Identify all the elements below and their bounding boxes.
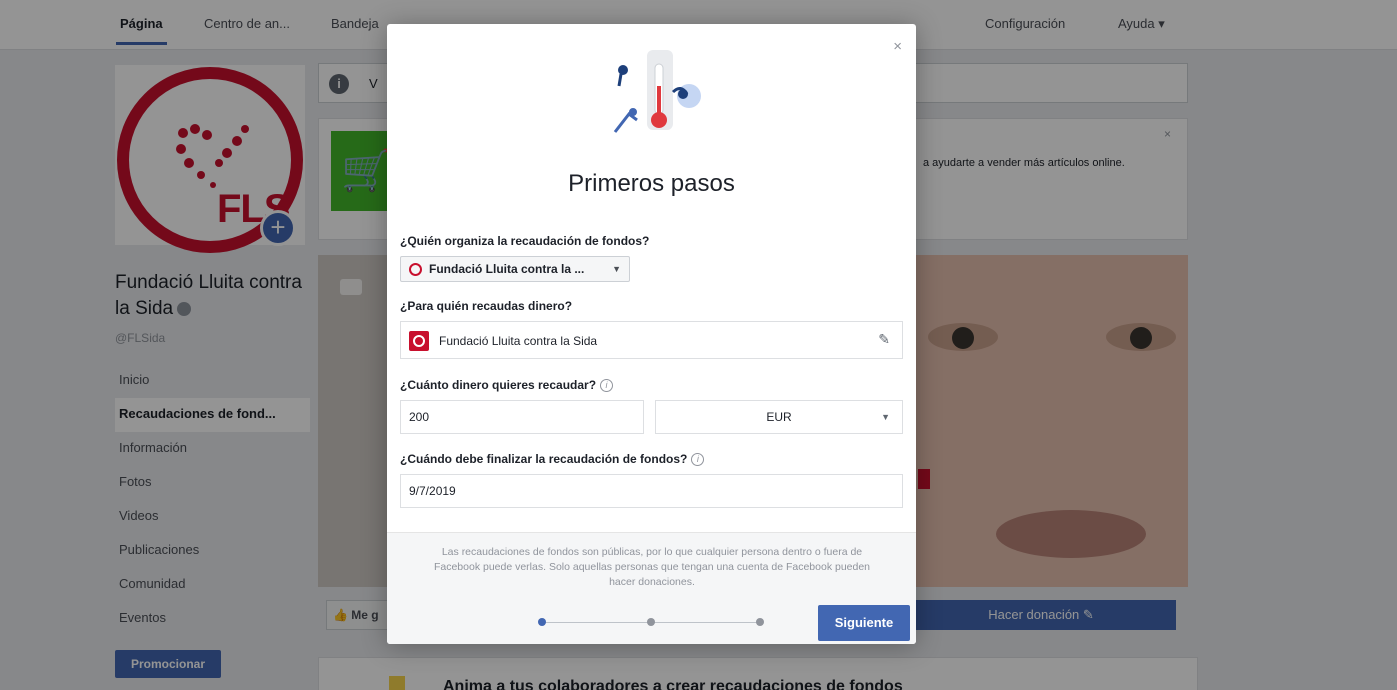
amount-label: ¿Cuánto dinero quieres recaudar? <box>400 378 597 392</box>
beneficiary-value: Fundació Lluita contra la Sida <box>439 334 598 348</box>
enddate-label: ¿Cuándo debe finalizar la recaudación de… <box>400 452 688 466</box>
info-icon[interactable]: i <box>600 379 614 393</box>
beneficiary-field[interactable]: Fundació Lluita contra la Sida ✎ <box>400 321 903 359</box>
beneficiary-label: ¿Para quién recaudas dinero? <box>400 299 573 313</box>
currency-value: EUR <box>766 410 792 424</box>
fundraiser-setup-dialog: × Primeros pasos ¿Quién organiza la reca… <box>387 24 916 644</box>
edit-pencil-icon[interactable]: ✎ <box>878 331 890 348</box>
step-dot-3 <box>756 618 764 626</box>
step-dot-2 <box>647 618 655 626</box>
dialog-title: Primeros pasos <box>568 170 735 197</box>
enddate-label-row: ¿Cuándo debe finalizar la recaudación de… <box>400 452 705 467</box>
chevron-down-icon: ▼ <box>612 264 621 274</box>
public-notice-text: Las recaudaciones de fondos son públicas… <box>433 546 871 588</box>
chevron-down-icon: ▼ <box>881 412 890 422</box>
dialog-footer: Las recaudaciones de fondos son públicas… <box>387 532 916 644</box>
step-dot-1 <box>538 618 546 626</box>
amount-label-row: ¿Cuánto dinero quieres recaudar? i <box>400 378 614 393</box>
info-icon[interactable]: i <box>691 453 705 467</box>
amount-input[interactable]: 200 <box>400 400 644 434</box>
org-logo-icon <box>409 263 422 276</box>
organizer-label: ¿Quién organiza la recaudación de fondos… <box>400 234 650 248</box>
organizer-select[interactable]: Fundació Lluita contra la ... ▼ <box>400 256 630 282</box>
end-date-input[interactable]: 9/7/2019 <box>400 474 903 508</box>
organizer-value: Fundació Lluita contra la ... <box>429 262 585 276</box>
org-logo-icon <box>409 331 429 351</box>
currency-select[interactable]: EUR ▼ <box>655 400 903 434</box>
close-icon[interactable]: × <box>893 38 902 55</box>
next-button[interactable]: Siguiente <box>818 605 910 641</box>
fundraiser-thermometer-illustration-icon <box>613 50 701 133</box>
